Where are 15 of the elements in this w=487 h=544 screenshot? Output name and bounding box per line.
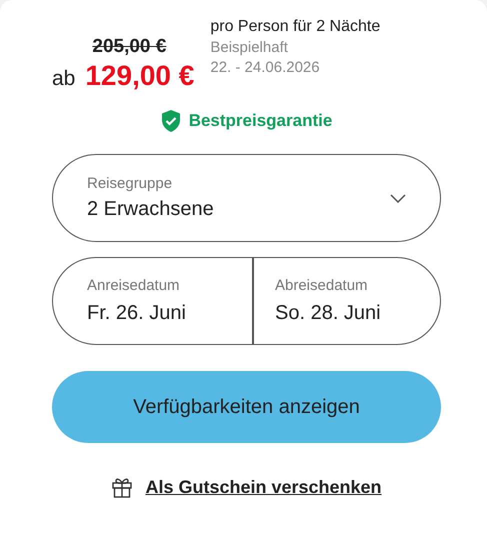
date-field[interactable]: Anreisedatum Fr. 26. Juni bbox=[52, 257, 254, 345]
shield-check-icon bbox=[160, 110, 181, 132]
price-dates: 22. - 24.06.2026 bbox=[210, 59, 321, 76]
price-note: Beispielhaft bbox=[210, 39, 289, 56]
chevron-down-icon bbox=[390, 194, 406, 202]
current-price: 129,00 € bbox=[85, 60, 194, 92]
group-select[interactable]: Reisegruppe 2 Erwachsene bbox=[52, 154, 441, 242]
date-field[interactable]: Abreisedatum So. 28. Juni bbox=[254, 257, 441, 345]
old-price: 205,00 € bbox=[92, 36, 166, 58]
price-prefix: ab bbox=[52, 67, 76, 91]
price-basis: pro Person für 2 Nächte bbox=[210, 18, 380, 36]
guarantee-label: Bestpreisgarantie bbox=[188, 111, 332, 131]
availability-button[interactable]: Verfügbarkeiten anzeigen bbox=[52, 371, 441, 443]
gift-icon bbox=[111, 476, 134, 498]
gift-voucher-link[interactable]: Als Gutschein verschenken bbox=[145, 476, 382, 498]
